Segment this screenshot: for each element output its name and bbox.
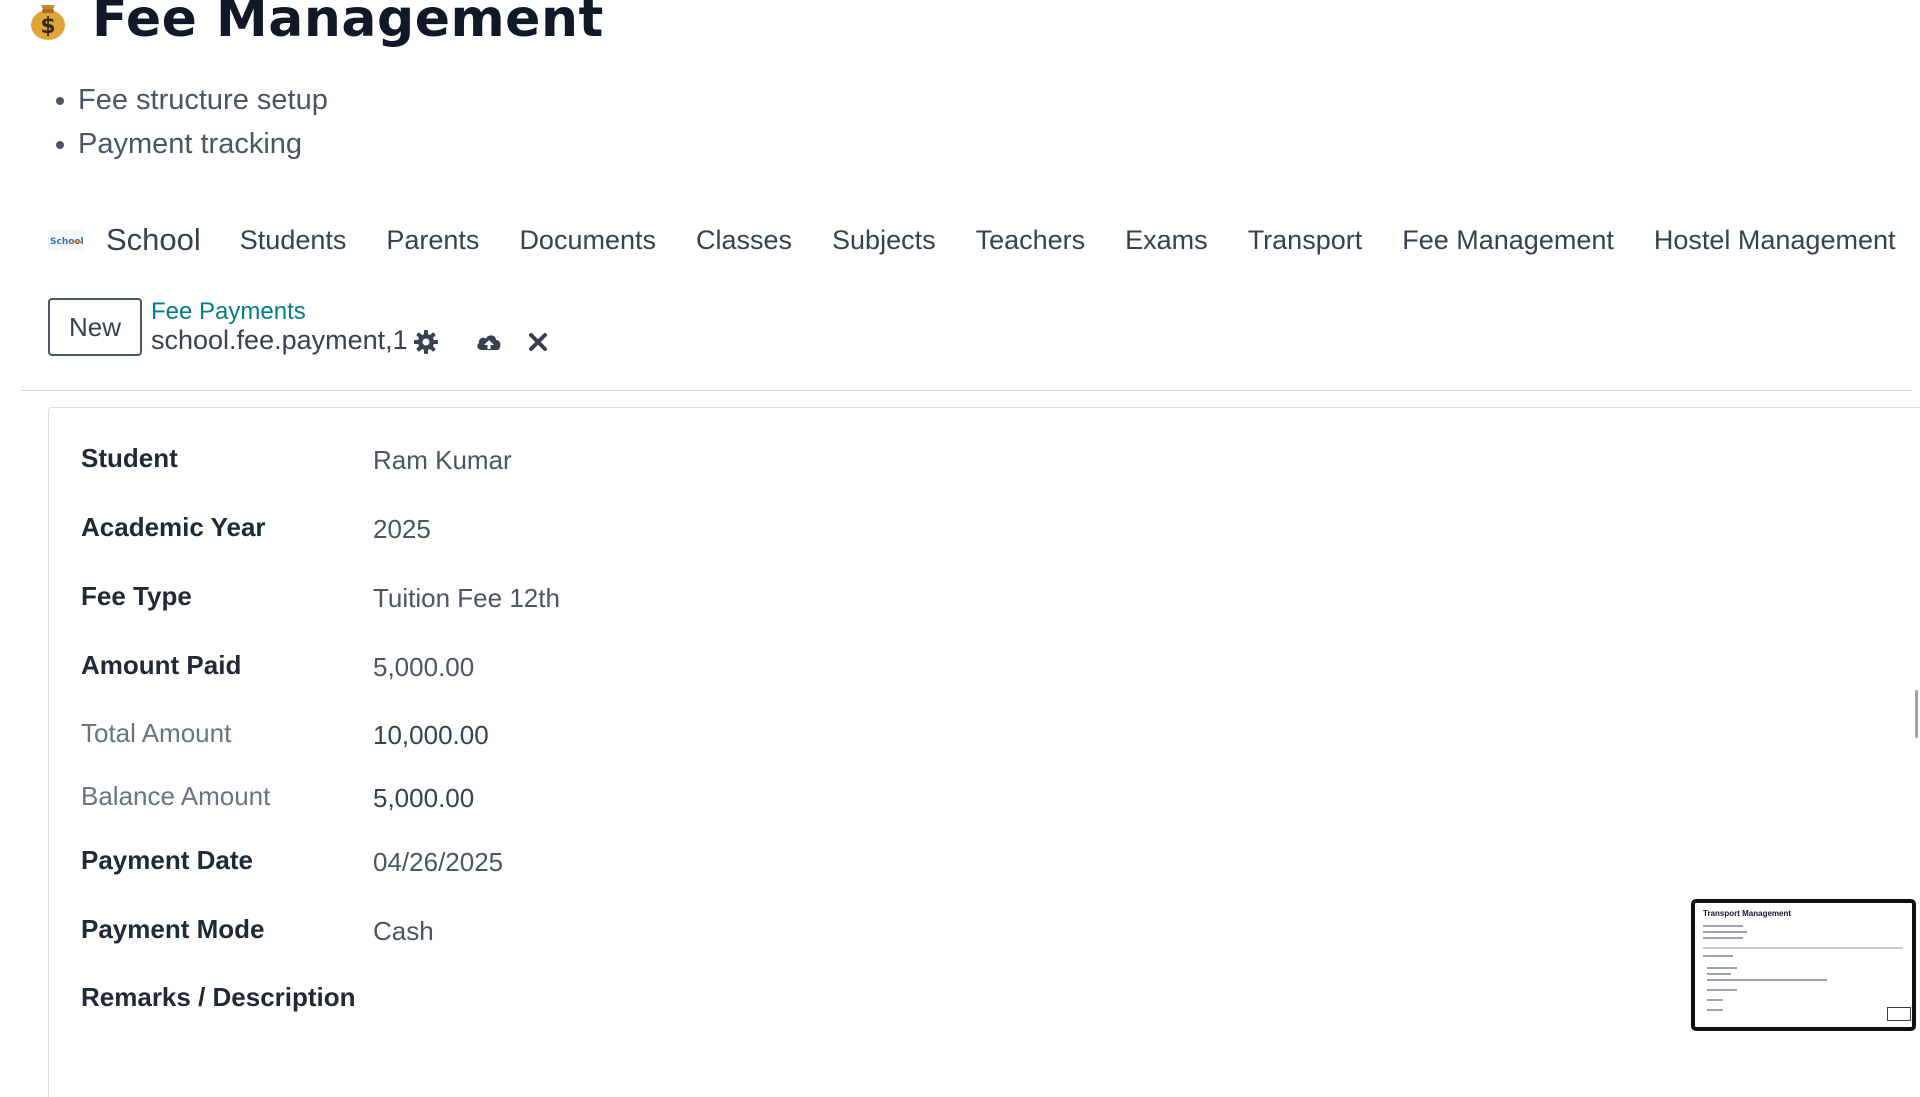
doc-bullet-item: Fee structure setup (56, 78, 328, 122)
field-fee-type: Fee Type Tuition Fee 12th (49, 581, 1049, 621)
thumbnail-viewport-marker (1887, 1007, 1911, 1021)
new-button[interactable]: New (48, 298, 142, 356)
scrollbar-thumb[interactable] (1915, 690, 1918, 738)
nav-item-fee-management[interactable]: Fee Management (1402, 225, 1614, 256)
nav-item-parents[interactable]: Parents (386, 225, 479, 256)
doc-bullet-item: Payment tracking (56, 122, 328, 166)
field-label: Academic Year (81, 512, 266, 542)
field-student: Student Ram Kumar (49, 443, 1049, 483)
total-amount-value: 10,000.00 (373, 720, 489, 750)
field-total-amount: Total Amount 10,000.00 (49, 718, 1049, 758)
nav-item-subjects[interactable]: Subjects (832, 225, 936, 256)
field-payment-date: Payment Date 04/26/2025 (49, 845, 1049, 885)
field-label: Balance Amount (81, 781, 271, 811)
school-logo-mark: School (48, 230, 84, 250)
cloud-upload-icon[interactable] (474, 328, 504, 356)
thumbnail-line (1703, 955, 1733, 957)
student-field[interactable]: Ram Kumar (373, 445, 512, 476)
doc-bullet-list: Fee structure setup Payment tracking (56, 78, 328, 166)
doc-title: Fee Management (92, 0, 604, 49)
nav-item-students[interactable]: Students (240, 225, 347, 256)
nav-item-teachers[interactable]: Teachers (976, 225, 1086, 256)
thumbnail-line (1703, 937, 1743, 939)
nav-item-transport[interactable]: Transport (1248, 225, 1363, 256)
payment-mode-select[interactable]: Cash (373, 916, 434, 947)
record-name: school.fee.payment,1 (151, 325, 408, 355)
field-amount-paid: Amount Paid 5,000.00 (49, 650, 1049, 690)
academic-year-field[interactable]: 2025 (373, 514, 431, 545)
breadcrumb-fee-payments[interactable]: Fee Payments (151, 298, 306, 326)
control-panel-divider (20, 390, 1912, 391)
thumbnail-line (1707, 1009, 1723, 1011)
form-sheet: Student Ram Kumar Academic Year 2025 Fee… (48, 407, 1920, 1097)
thumbnail-preview[interactable]: Transport Management (1691, 899, 1916, 1031)
school-logo-icon[interactable]: School (44, 218, 88, 262)
nav-item-documents[interactable]: Documents (519, 225, 656, 256)
svg-text:$: $ (40, 14, 55, 39)
fee-type-field[interactable]: Tuition Fee 12th (373, 583, 560, 614)
field-remarks: Remarks / Description (49, 982, 1049, 1022)
amount-paid-field[interactable]: 5,000.00 (373, 652, 474, 683)
thumbnail-line (1707, 999, 1723, 1001)
field-label: Payment Mode (81, 914, 265, 944)
thumbnail-line (1707, 989, 1737, 991)
field-label: Fee Type (81, 581, 192, 611)
field-label: Remarks / Description (81, 982, 356, 1012)
top-navbar: School School Students Parents Documents… (44, 215, 1920, 265)
thumbnail-line (1703, 947, 1903, 949)
field-label: Student (81, 443, 178, 473)
thumbnail-line (1707, 967, 1737, 969)
payment-date-field[interactable]: 04/26/2025 (373, 847, 503, 878)
gear-icon[interactable] (412, 328, 440, 356)
thumbnail-title: Transport Management (1703, 909, 1792, 918)
page: $ Fee Management Fee structure setup Pay… (0, 0, 1920, 1097)
field-label: Total Amount (81, 718, 232, 748)
close-icon[interactable] (524, 328, 552, 356)
thumbnail-line (1707, 973, 1731, 975)
field-balance-amount: Balance Amount 5,000.00 (49, 781, 1049, 821)
field-label: Amount Paid (81, 650, 242, 680)
balance-amount-value: 5,000.00 (373, 783, 475, 813)
thumbnail-line (1703, 931, 1747, 933)
doc-heading: $ Fee Management (26, 0, 604, 52)
nav-item-hostel-management[interactable]: Hostel Management (1654, 225, 1896, 256)
thumbnail-line (1703, 925, 1743, 927)
field-academic-year: Academic Year 2025 (49, 512, 1049, 552)
app-brand[interactable]: School (106, 222, 201, 258)
field-label: Payment Date (81, 845, 253, 875)
thumbnail-line (1707, 979, 1827, 981)
money-bag-icon: $ (31, 5, 65, 40)
nav-item-exams[interactable]: Exams (1125, 225, 1208, 256)
nav-item-classes[interactable]: Classes (696, 225, 792, 256)
field-payment-mode: Payment Mode Cash (49, 914, 1049, 954)
